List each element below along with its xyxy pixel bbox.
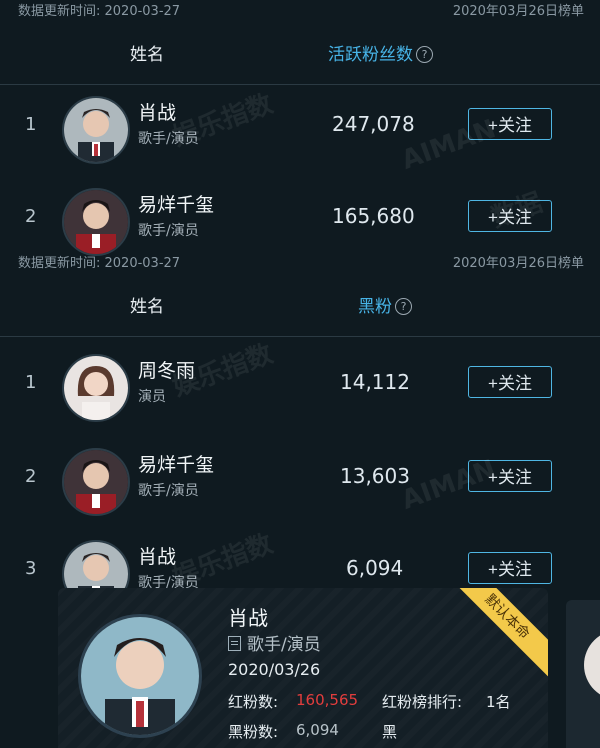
update-time: 数据更新时间: 2020-03-27 — [18, 4, 181, 19]
avatar — [62, 96, 130, 164]
fan-count: 14,112 — [340, 370, 410, 394]
fan-count: 165,680 — [332, 204, 415, 228]
update-time: 数据更新时间: 2020-03-27 — [18, 256, 181, 271]
star-role: 演员 — [138, 389, 166, 405]
list-item[interactable]: 1 肖战 歌手/演员 247,078 +关注 — [0, 88, 600, 168]
black-rank-label: 黑 — [382, 723, 398, 741]
rank: 1 — [25, 114, 37, 135]
divider — [0, 336, 600, 337]
list-item[interactable]: 1 周冬雨 演员 14,112 +关注 — [0, 346, 600, 426]
avatar — [62, 354, 130, 422]
card-avatar — [78, 614, 202, 738]
board-date: 2020年03月26日榜单 — [452, 256, 584, 271]
black-fans-label: 黑粉数: — [228, 723, 279, 741]
star-name: 易烊千玺 — [138, 194, 215, 216]
rank: 3 — [25, 558, 37, 579]
rank: 2 — [25, 206, 37, 227]
red-fans-label: 红粉数: — [228, 693, 279, 711]
card-date: 2020/03/26 — [228, 660, 321, 679]
follow-button[interactable]: +关注 — [468, 552, 552, 584]
fan-count: 6,094 — [346, 556, 404, 580]
card-name: 肖战 — [228, 606, 268, 630]
section-2-header: 数据更新时间: 2020-03-27 2020年03月26日榜单 姓名 黑粉? — [0, 252, 600, 336]
star-role: 歌手/演员 — [138, 483, 199, 499]
column-name: 姓名 — [130, 45, 164, 65]
document-icon — [228, 636, 241, 651]
help-icon[interactable]: ? — [416, 46, 433, 63]
fan-count: 13,603 — [340, 464, 410, 488]
rank: 2 — [25, 466, 37, 487]
next-card-avatar — [584, 630, 600, 700]
avatar — [62, 448, 130, 516]
board-date: 2020年03月26日榜单 — [452, 4, 584, 19]
star-name: 易烊千玺 — [138, 454, 215, 476]
card-role: 歌手/演员 — [228, 630, 321, 655]
red-fans-value: 160,565 — [296, 691, 359, 709]
column-active-fans: 活跃粉丝数? — [328, 40, 433, 65]
fan-count: 247,078 — [332, 112, 415, 136]
column-black-fans: 黑粉? — [358, 292, 412, 317]
profile-card[interactable]: 肖战 歌手/演员 2020/03/26 红粉数: 160,565 红粉榜排行: … — [58, 588, 548, 748]
star-role: 歌手/演员 — [138, 223, 199, 239]
black-fans-value: 6,094 — [296, 721, 339, 739]
section-1-header: 数据更新时间: 2020-03-27 2020年03月26日榜单 姓名 活跃粉丝… — [0, 0, 600, 84]
divider — [0, 84, 600, 85]
red-rank-label: 红粉榜排行: — [382, 693, 463, 711]
list-item[interactable]: 2 易烊千玺 歌手/演员 13,603 +关注 — [0, 440, 600, 520]
next-card-peek[interactable] — [566, 600, 600, 748]
column-name: 姓名 — [130, 297, 164, 317]
avatar — [62, 188, 130, 256]
follow-button[interactable]: +关注 — [468, 366, 552, 398]
help-icon[interactable]: ? — [395, 298, 412, 315]
rank: 1 — [25, 372, 37, 393]
red-rank-value: 1名 — [486, 693, 511, 711]
